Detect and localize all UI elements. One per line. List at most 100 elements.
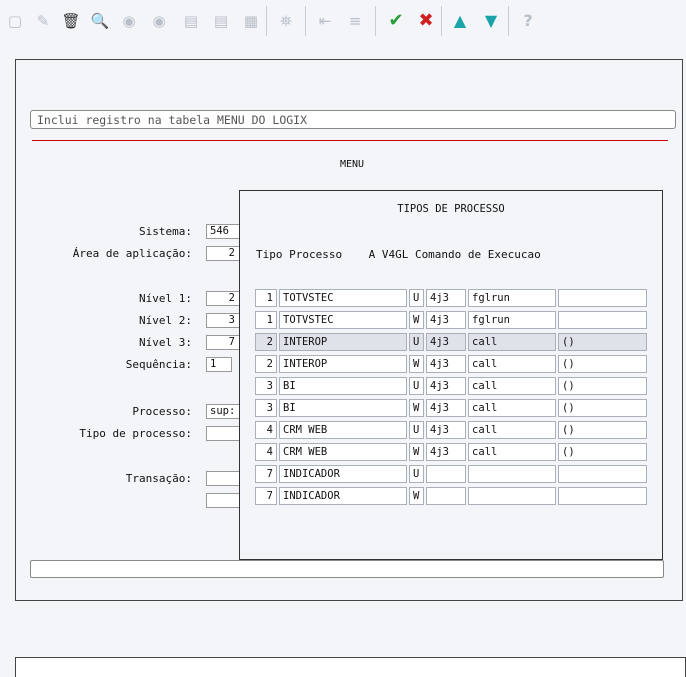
popup-column-header: Tipo Processo A V4GL Comando de Execucao — [256, 248, 541, 261]
nivel2-label: Nível 2: — [139, 314, 192, 327]
row-v4gl: 4j3 — [426, 399, 466, 417]
row-tipo: CRM WEB — [279, 443, 407, 461]
toolbar: ▢ ✎ 🗑 🔍 ◉ ◉ ▤ ▤ ▦ ⛯ ⇤ ≡ ✔ ✖ ▲ ▼ ? — [0, 0, 686, 44]
row-v4gl: 4j3 — [426, 289, 466, 307]
row-a: W — [409, 355, 424, 373]
print-icon[interactable]: ▤ — [180, 10, 202, 32]
help-icon[interactable]: ? — [517, 10, 539, 32]
row-tipo: INTEROP — [279, 333, 407, 351]
row-comando: call — [468, 421, 556, 439]
row-a: W — [409, 443, 424, 461]
toolbar-separator — [305, 6, 306, 36]
tipos-processo-popup: TIPOS DE PROCESSO Tipo Processo A V4GL C… — [239, 190, 663, 560]
bottom-input-bar[interactable] — [30, 560, 664, 578]
status-message: Inclui registro na tabela MENU DO LOGIX — [30, 110, 676, 129]
row-comando: call — [468, 443, 556, 461]
transacao-field[interactable] — [206, 471, 242, 486]
find-icon[interactable]: 🔍 — [89, 10, 111, 32]
row-args: () — [558, 443, 647, 461]
row-number: 2 — [255, 333, 277, 351]
processo-label: Processo: — [132, 405, 192, 418]
row-comando: fglrun — [468, 289, 556, 307]
row-v4gl: 4j3 — [426, 377, 466, 395]
row-number: 7 — [255, 487, 277, 505]
previous-icon[interactable]: ◉ — [118, 10, 140, 32]
tipo-processo-field[interactable] — [206, 426, 240, 441]
transacao-label: Transação: — [125, 472, 192, 485]
row-number: 2 — [255, 355, 277, 373]
row-v4gl: 4j3 — [426, 333, 466, 351]
nivel2-field[interactable]: 3 — [206, 313, 240, 328]
row-v4gl: 4j3 — [426, 443, 466, 461]
nivel1-label: Nível 1: — [139, 292, 192, 305]
row-v4gl — [426, 487, 466, 505]
toolbar-separator — [375, 6, 376, 36]
nivel3-field[interactable]: 7 — [206, 335, 240, 350]
row-v4gl: 4j3 — [426, 355, 466, 373]
row-tipo: INTEROP — [279, 355, 407, 373]
row-tipo: INDICADOR — [279, 465, 407, 483]
row-a: W — [409, 487, 424, 505]
row-comando: call — [468, 399, 556, 417]
row-number: 3 — [255, 399, 277, 417]
processo-field[interactable]: sup: — [206, 404, 242, 419]
row-number: 3 — [255, 377, 277, 395]
row-number: 7 — [255, 465, 277, 483]
tipo-processo-label: Tipo de processo: — [79, 427, 192, 440]
sequencia-label: Sequência: — [125, 358, 192, 371]
row-args: () — [558, 377, 647, 395]
row-args: () — [558, 399, 647, 417]
toolbar-separator — [508, 6, 509, 36]
toolbar-separator — [441, 6, 442, 36]
print-preview-icon[interactable]: ▤ — [210, 10, 232, 32]
nivel3-label: Nível 3: — [139, 336, 192, 349]
row-comando — [468, 487, 556, 505]
sistema-field[interactable]: 546 — [206, 224, 242, 239]
row-args — [558, 487, 647, 505]
row-args — [558, 465, 647, 483]
row-a: W — [409, 311, 424, 329]
nivel1-field[interactable]: 2 — [206, 291, 240, 306]
popup-title: TIPOS DE PROCESSO — [397, 203, 505, 215]
list-icon[interactable]: ≡ — [344, 10, 366, 32]
row-v4gl: 4j3 — [426, 311, 466, 329]
row-tipo: BI — [279, 399, 407, 417]
row-tipo: BI — [279, 377, 407, 395]
form-title: MENU — [340, 159, 365, 170]
sistema-label: Sistema: — [139, 225, 192, 238]
delete-icon[interactable]: 🗑 — [60, 10, 82, 32]
up-icon[interactable]: ▲ — [449, 10, 471, 32]
row-a: W — [409, 399, 424, 417]
area-label: Área de aplicação: — [72, 247, 192, 260]
confirm-icon[interactable]: ✔ — [385, 10, 407, 32]
row-number: 4 — [255, 443, 277, 461]
cancel-icon[interactable]: ✖ — [415, 10, 437, 32]
footer-bar — [15, 657, 686, 677]
first-icon[interactable]: ⇤ — [314, 10, 336, 32]
area-field[interactable]: 2 — [206, 246, 240, 261]
row-args: () — [558, 421, 647, 439]
down-icon[interactable]: ▼ — [480, 10, 502, 32]
row-v4gl — [426, 465, 466, 483]
row-a: U — [409, 465, 424, 483]
next-icon[interactable]: ◉ — [148, 10, 170, 32]
row-tipo: TOTVSTEC — [279, 289, 407, 307]
row-v4gl: 4j3 — [426, 421, 466, 439]
row-number: 1 — [255, 289, 277, 307]
row-a: U — [409, 377, 424, 395]
row-number: 4 — [255, 421, 277, 439]
sequencia-field[interactable]: 1 — [206, 357, 232, 372]
row-comando: call — [468, 333, 556, 351]
separator-line — [32, 140, 668, 141]
new-icon[interactable]: ▢ — [4, 10, 26, 32]
binoculars-icon[interactable]: ⛯ — [275, 10, 297, 32]
row-a: U — [409, 421, 424, 439]
row-a: U — [409, 289, 424, 307]
row-tipo: CRM WEB — [279, 421, 407, 439]
row-args: () — [558, 333, 647, 351]
edit-icon[interactable]: ✎ — [32, 10, 54, 32]
toolbar-separator — [266, 6, 267, 36]
transacao-extra-field[interactable] — [206, 493, 242, 508]
row-comando — [468, 465, 556, 483]
export-icon[interactable]: ▦ — [240, 10, 262, 32]
